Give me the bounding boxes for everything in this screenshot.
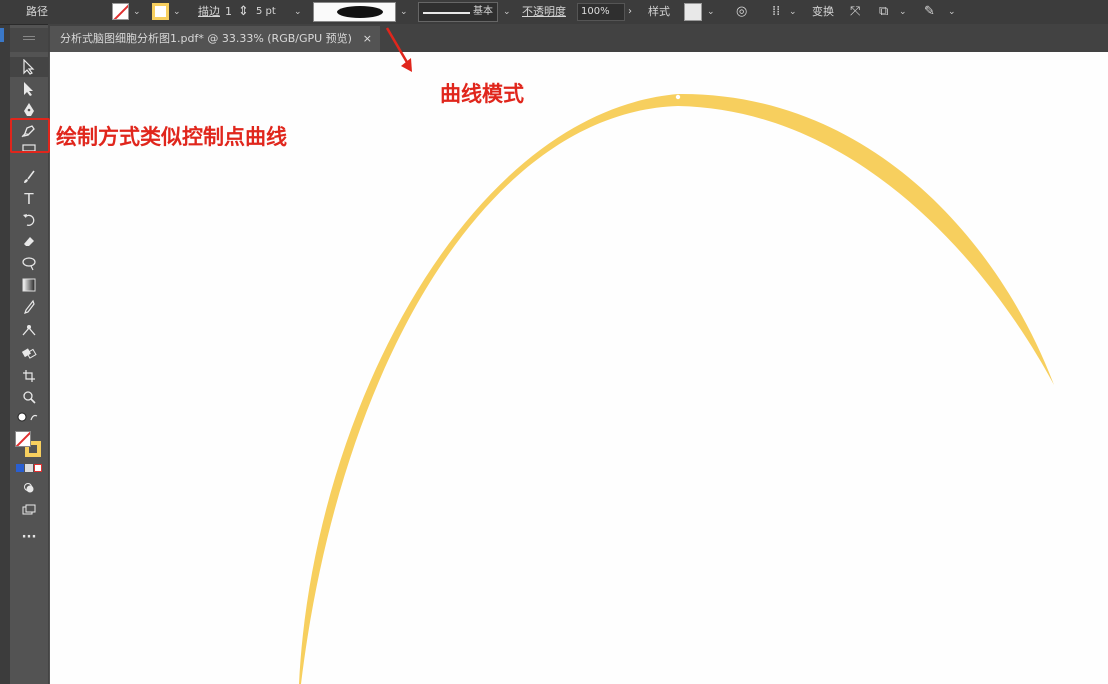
direct-selection-tool[interactable] — [10, 79, 48, 99]
puppet-warp-icon — [22, 325, 36, 336]
selection-tool[interactable] — [10, 57, 48, 77]
toolbar-menu-chevron-down-icon[interactable]: ⌄ — [948, 0, 956, 24]
zoom-tool[interactable] — [10, 387, 48, 407]
brush-label: 基本 — [473, 6, 493, 17]
curvature-tool-highlight-box — [10, 118, 50, 153]
none-mode-icon[interactable] — [34, 464, 42, 472]
profile-chevron-down-icon[interactable]: ⌄ — [400, 0, 408, 24]
eyedropper-tool[interactable] — [10, 297, 48, 317]
align-icon[interactable]: ⁞⁞ — [772, 0, 780, 24]
dock-indicator — [0, 28, 4, 42]
blend-tool[interactable] — [10, 343, 48, 363]
more-tools-button[interactable]: ··· — [10, 528, 48, 548]
close-tab-icon[interactable]: × — [363, 26, 372, 52]
blend-icon — [21, 348, 37, 359]
draw-mode-icon — [24, 483, 34, 493]
tool-annotation-text: 绘制方式类似控制点曲线 — [56, 125, 287, 149]
eyedropper-icon — [24, 299, 35, 314]
document-tab[interactable]: 分析式脑图细胞分析图1.pdf* @ 33.33% (RGB/GPU 预览) × — [50, 26, 380, 52]
fill-dropdown-chevron-down-icon[interactable]: ⌄ — [133, 0, 141, 24]
artboard-icon — [23, 370, 35, 382]
stroke-weight-stepper-icon[interactable]: ⇕ — [238, 0, 249, 24]
fill-swatch-none[interactable] — [112, 3, 129, 20]
stroke-weight-value: 1 — [225, 5, 232, 18]
style-chevron-down-icon[interactable]: ⌄ — [707, 0, 715, 24]
variable-width-profile-field[interactable] — [313, 2, 396, 22]
arrange-icon[interactable]: ⧉ — [879, 0, 888, 24]
lasso-icon — [22, 257, 36, 271]
stroke-dropdown-chevron-down-icon[interactable]: ⌄ — [173, 0, 181, 24]
type-tool[interactable]: T — [10, 189, 48, 209]
panel-grip-icon — [23, 36, 35, 40]
variable-width-value[interactable]: 5 pt — [256, 0, 276, 24]
width-profile-shape-icon — [337, 6, 383, 18]
color-mode-icon[interactable] — [16, 464, 24, 472]
type-t-icon: T — [24, 190, 34, 208]
lasso-tool[interactable] — [10, 253, 48, 273]
more-dots-icon: ··· — [21, 530, 37, 545]
draw-mode-tool[interactable] — [10, 478, 48, 498]
brush-stroke-preview-icon — [423, 12, 470, 14]
eraser-tool[interactable] — [10, 231, 48, 251]
artboard-tool[interactable] — [10, 366, 48, 386]
anchor-point[interactable] — [675, 94, 681, 100]
isolate-icon[interactable]: ⤧ — [850, 0, 860, 24]
fill-color-swatch-none[interactable] — [15, 431, 31, 447]
gradient-mode-icon[interactable] — [25, 464, 33, 472]
fill-stroke-indicator[interactable] — [15, 431, 43, 459]
graphic-style-swatch[interactable] — [684, 3, 702, 21]
pen-icon — [24, 103, 34, 116]
arrange-chevron-down-icon[interactable]: ⌄ — [899, 0, 907, 24]
brush-definition-field[interactable]: 基本 — [418, 2, 498, 22]
color-mode-swatches — [16, 464, 44, 472]
left-dock-strip — [0, 24, 10, 684]
brush-icon — [24, 170, 35, 183]
opacity-label-link[interactable]: 不透明度 — [522, 0, 566, 24]
recolor-artwork-icon[interactable]: ◎ — [736, 0, 747, 24]
edit-toolbar-icon[interactable]: ✎ — [924, 0, 935, 24]
stroke-swatch[interactable] — [152, 3, 169, 20]
rotate-tool[interactable] — [10, 210, 48, 230]
paintbrush-tool[interactable] — [10, 167, 48, 187]
swap-fill-stroke-icon — [17, 412, 38, 422]
zoom-icon — [23, 391, 36, 404]
default-colors-swap[interactable] — [10, 410, 48, 424]
pen-tool[interactable] — [10, 100, 48, 120]
gradient-tool[interactable] — [10, 275, 48, 295]
brush-chevron-down-icon[interactable]: ⌄ — [503, 0, 511, 24]
gradient-icon — [22, 278, 36, 292]
screen-mode-tool[interactable] — [10, 500, 48, 520]
opacity-arrow-icon[interactable]: › — [628, 0, 632, 24]
document-tab-title: 分析式脑图细胞分析图1.pdf* @ 33.33% (RGB/GPU 预览) — [60, 32, 352, 45]
control-bar: 路径 ⌄ ⌄ 描边 1 ⇕ 5 pt ⌄ ⌄ 基本 ⌄ 不透明度 100% › … — [0, 0, 1108, 25]
align-chevron-down-icon[interactable]: ⌄ — [789, 0, 797, 24]
transform-label-link[interactable]: 变换 — [812, 0, 834, 24]
arc-stroke-shape[interactable] — [299, 93, 1054, 684]
tools-panel-header[interactable] — [10, 28, 48, 52]
direct-selection-arrow-icon — [24, 82, 33, 96]
puppet-warp-tool[interactable] — [10, 320, 48, 340]
opacity-input[interactable]: 100% — [577, 3, 625, 21]
profile-annotation-text: 曲线模式 — [440, 82, 524, 106]
variable-width-chevron-down-icon[interactable]: ⌄ — [294, 0, 302, 24]
selection-arrow-icon — [23, 58, 35, 75]
rotate-icon — [23, 214, 35, 226]
stroke-label-link[interactable]: 描边 — [198, 0, 220, 24]
eraser-icon — [24, 237, 34, 246]
style-label: 样式 — [648, 5, 670, 18]
screen-mode-icon — [22, 504, 36, 515]
object-type-label: 路径 — [26, 5, 48, 18]
